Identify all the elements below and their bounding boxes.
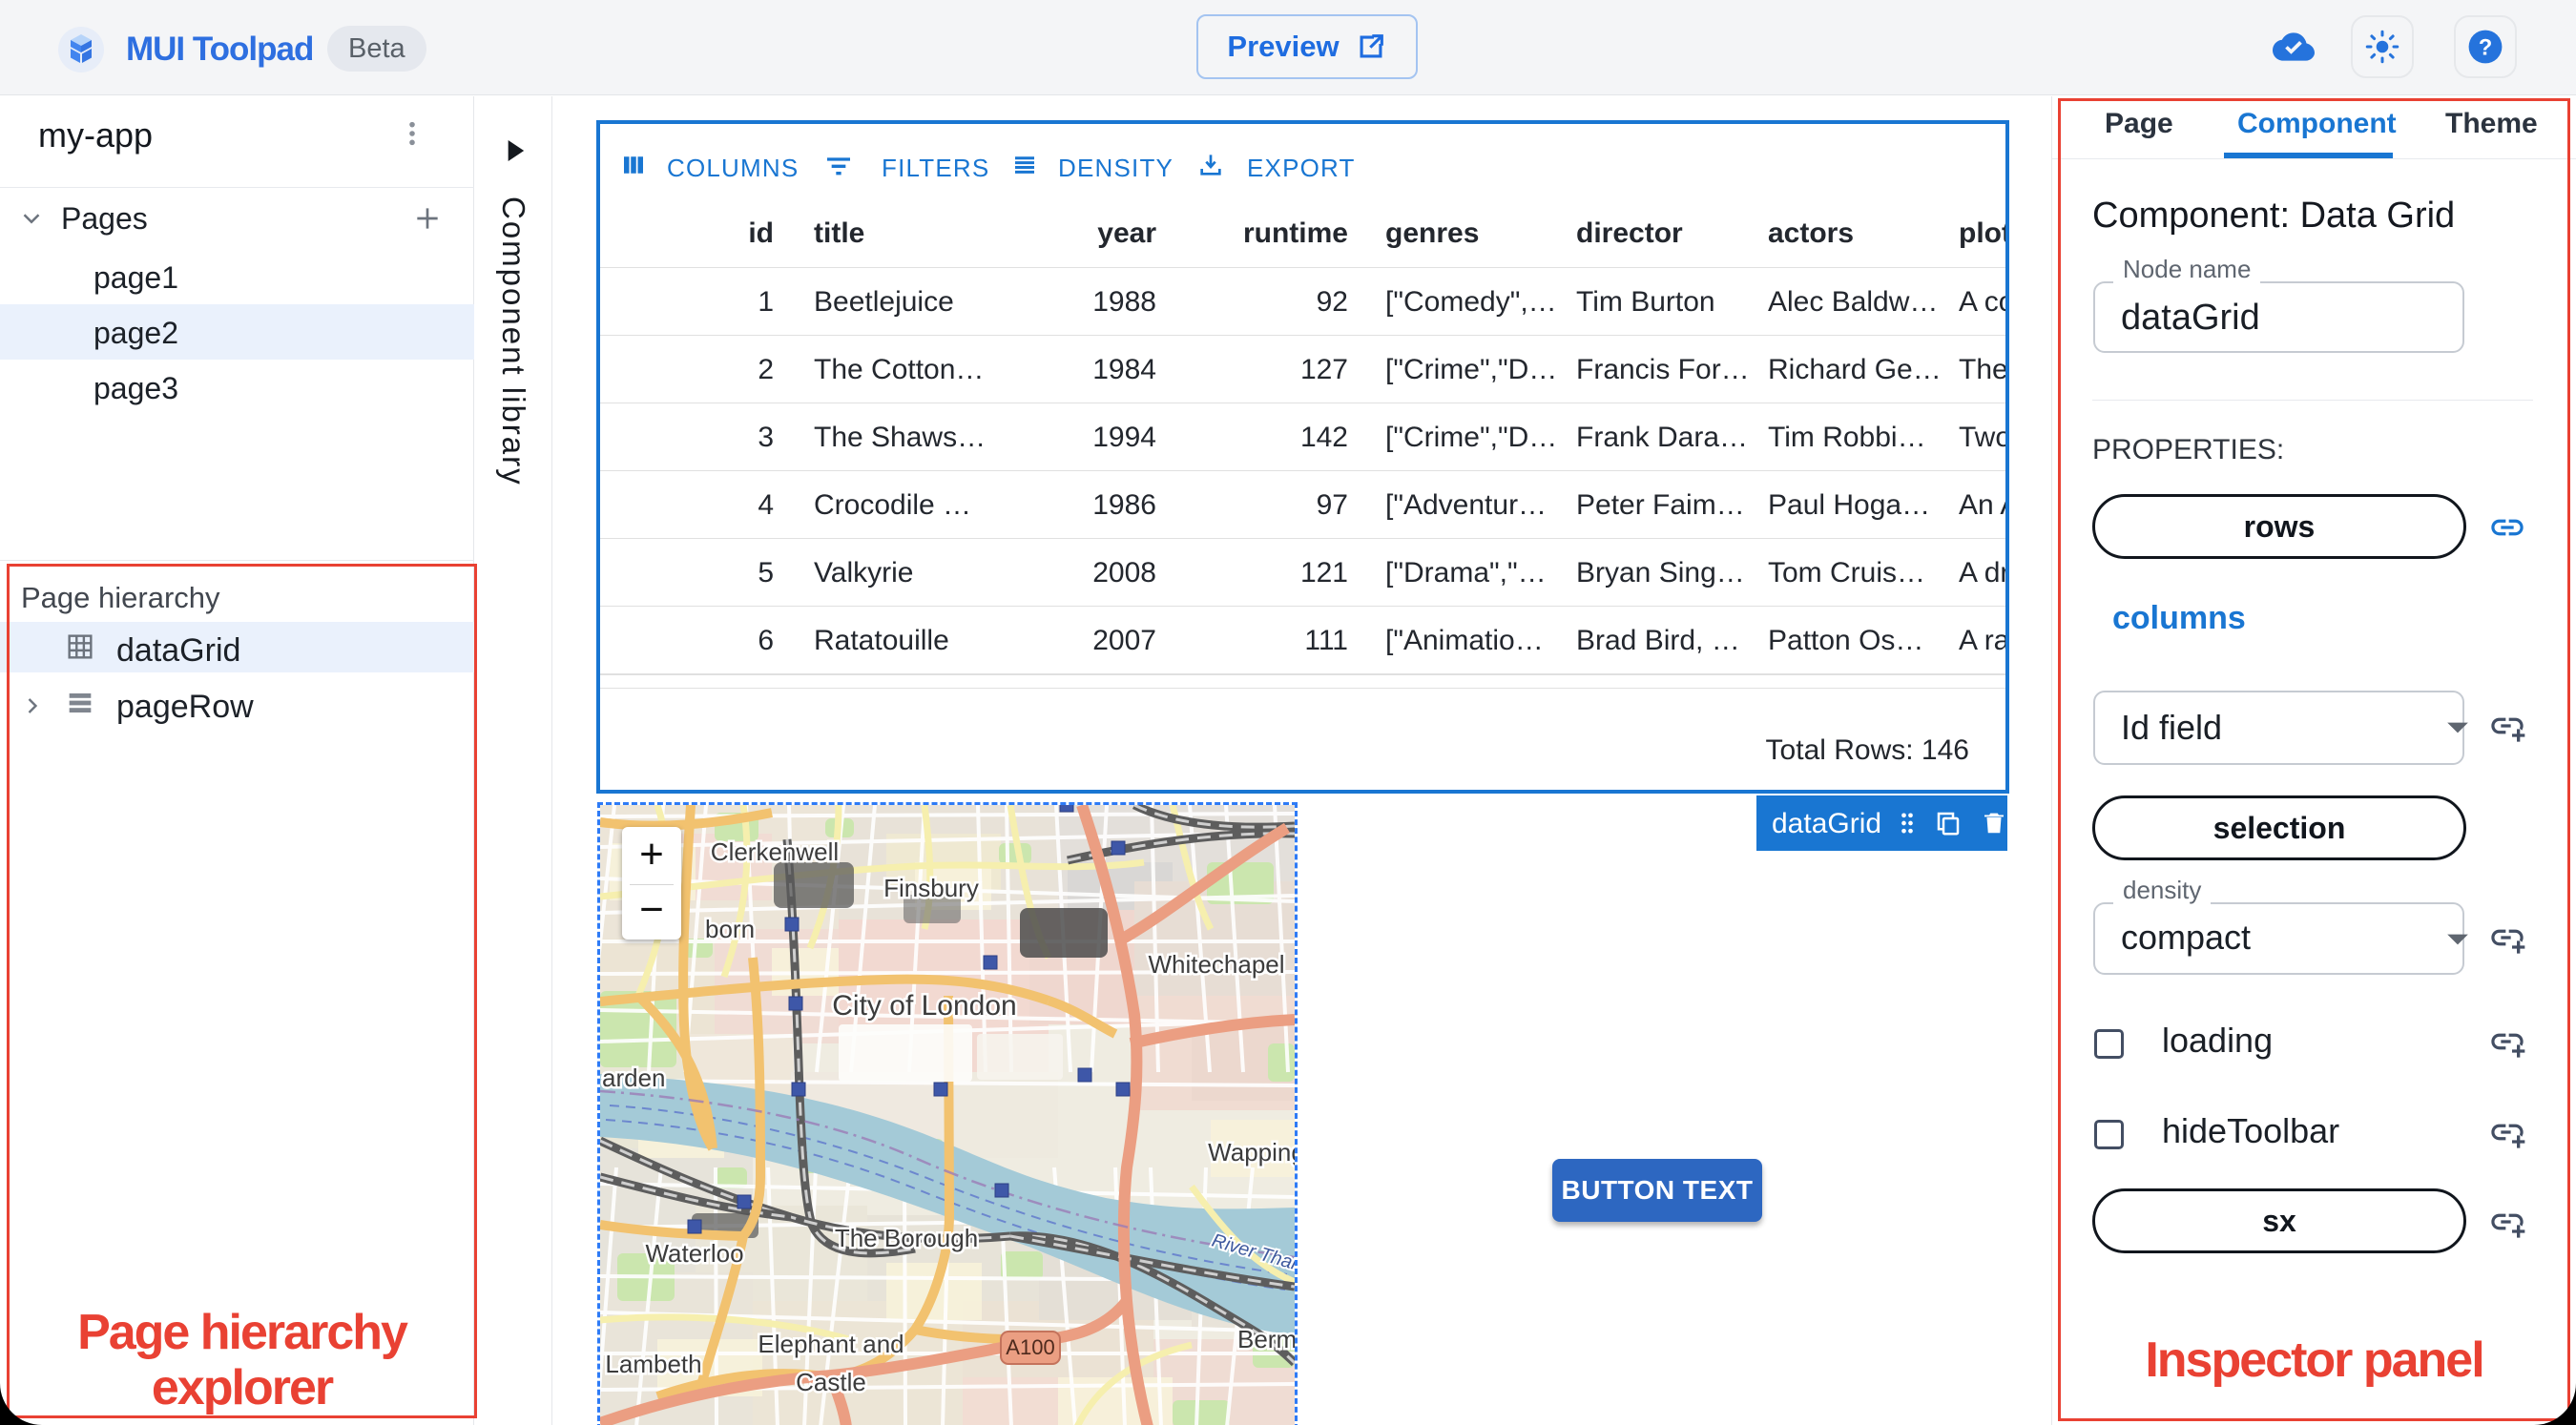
svg-text:Bermondse: Bermondse — [1237, 1325, 1295, 1353]
svg-text:Finsbury: Finsbury — [883, 874, 979, 902]
svg-text:Lambeth: Lambeth — [605, 1350, 701, 1378]
svg-text:?: ? — [2479, 35, 2493, 61]
svg-text:City of London: City of London — [832, 990, 1016, 1022]
svg-text:Clerkenwell: Clerkenwell — [711, 837, 839, 866]
svg-text:Wapping: Wapping — [1208, 1138, 1295, 1167]
svg-text:Waterloo: Waterloo — [645, 1239, 743, 1268]
svg-text:A100: A100 — [1006, 1335, 1054, 1359]
svg-text:Whitechapel: Whitechapel — [1148, 950, 1284, 979]
svg-text:Elephant and: Elephant and — [758, 1330, 904, 1358]
svg-text:born: born — [705, 915, 755, 943]
svg-text:arden: arden — [602, 1064, 666, 1092]
svg-text:The Borough: The Borough — [835, 1224, 978, 1252]
svg-text:Castle: Castle — [796, 1368, 866, 1396]
